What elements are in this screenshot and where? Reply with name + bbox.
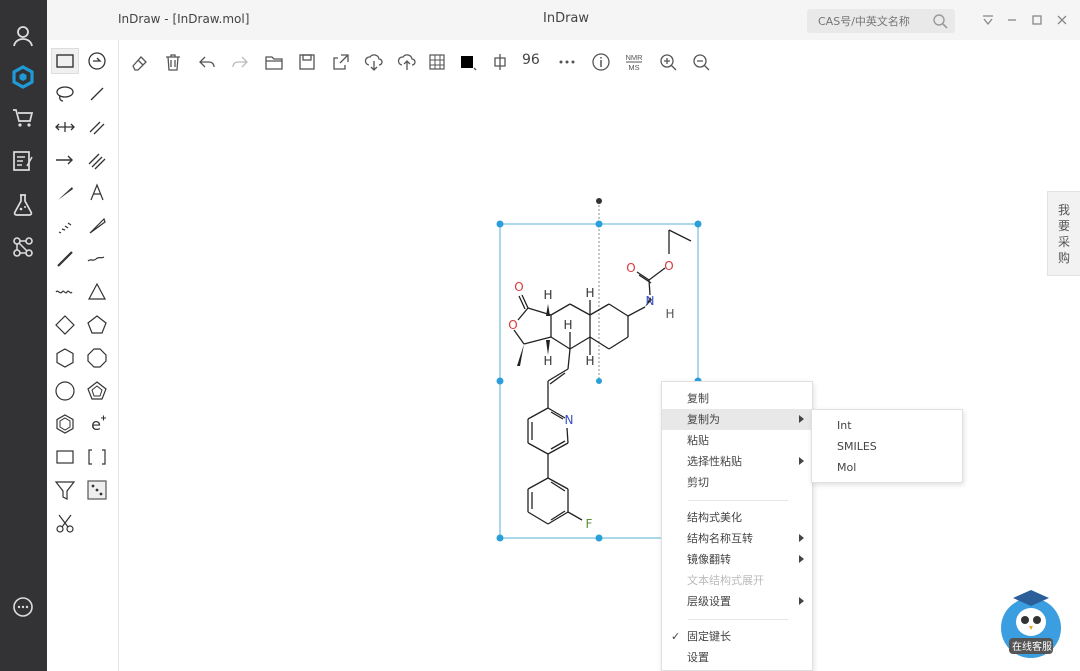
menu-item-expand-text: 文本结构式展开	[662, 570, 812, 591]
wedge-bond-h4	[546, 340, 550, 355]
menu-item-label: 文本结构式展开	[687, 574, 764, 587]
submenu-arrow-icon	[799, 534, 804, 542]
atom-o: O	[514, 280, 523, 294]
menu-item-paste-special[interactable]: 选择性粘贴	[662, 451, 812, 472]
atom-f: F	[586, 517, 593, 531]
support-label[interactable]: 在线客服	[1006, 640, 1058, 656]
submenu-arrow-icon	[799, 457, 804, 465]
wedge-bond-h1	[546, 304, 550, 316]
atom-h: H	[543, 354, 552, 368]
menu-item-name-structure[interactable]: 结构名称互转	[662, 528, 812, 549]
menu-item-label: 层级设置	[687, 595, 731, 608]
menu-item-settings[interactable]: 设置	[662, 647, 812, 668]
submenu-item-label: Int	[837, 419, 852, 432]
atom-h: H	[543, 288, 552, 302]
menu-item-label: 复制	[687, 392, 709, 405]
submenu-item-label: Mol	[837, 461, 857, 474]
menu-item-paste[interactable]: 粘贴	[662, 430, 812, 451]
menu-item-label: 选择性粘贴	[687, 455, 742, 468]
submenu-item-smiles[interactable]: SMILES	[812, 436, 962, 457]
purchase-tab-label: 我要采购	[1057, 203, 1070, 265]
menu-item-label: 结构名称互转	[687, 532, 753, 545]
atom-o: O	[508, 318, 517, 332]
submenu-item-mol[interactable]: Mol	[812, 457, 962, 478]
submenu-item-label: SMILES	[837, 440, 877, 453]
menu-item-fixed-bond-length[interactable]: ✓ 固定键长	[662, 626, 812, 647]
submenu-item-int[interactable]: Int	[812, 415, 962, 436]
molecule-structure[interactable]: O O N H O O N F H H H H H	[0, 0, 1080, 671]
menu-item-label: 复制为	[687, 413, 720, 426]
menu-item-label: 结构式美化	[687, 511, 742, 524]
menu-item-layer[interactable]: 层级设置	[662, 591, 812, 612]
atom-o: O	[664, 259, 673, 273]
menu-item-label: 剪切	[687, 476, 709, 489]
menu-separator	[688, 500, 788, 501]
submenu-arrow-icon	[799, 597, 804, 605]
menu-item-copy-as[interactable]: 复制为	[662, 409, 812, 430]
menu-separator	[688, 619, 788, 620]
menu-item-mirror[interactable]: 镜像翻转	[662, 549, 812, 570]
atom-labels: O O N H O O N F H H H H H	[508, 259, 674, 531]
center-handle[interactable]	[596, 378, 602, 384]
submenu-arrow-icon	[799, 415, 804, 423]
menu-item-label: 粘贴	[687, 434, 709, 447]
menu-item-label: 镜像翻转	[687, 553, 731, 566]
menu-item-beautify[interactable]: 结构式美化	[662, 507, 812, 528]
purchase-tab[interactable]: 我要采购	[1047, 191, 1080, 276]
atom-h: H	[563, 318, 572, 332]
atom-h: H	[585, 286, 594, 300]
menu-item-copy[interactable]: 复制	[662, 388, 812, 409]
context-menu: 复制 复制为 粘贴 选择性粘贴 剪切 结构式美化 结构名称互转 镜像翻转 文本结…	[661, 381, 813, 671]
menu-item-cut[interactable]: 剪切	[662, 472, 812, 493]
rotate-handle[interactable]	[596, 198, 602, 204]
atom-h: H	[665, 307, 674, 321]
atom-n: N	[565, 413, 574, 427]
menu-item-label: 固定键长	[687, 630, 731, 643]
atom-n: N	[646, 294, 655, 308]
copy-as-submenu: Int SMILES Mol	[811, 409, 963, 483]
wedge-bond-methyl	[517, 344, 524, 366]
indraw-window: InDraw - [InDraw.mol] InDraw CAS号/中英文名称 …	[0, 0, 1080, 671]
atom-o: O	[626, 261, 635, 275]
check-icon: ✓	[671, 630, 681, 643]
atom-h: H	[585, 354, 594, 368]
submenu-arrow-icon	[799, 555, 804, 563]
menu-item-label: 设置	[687, 651, 709, 664]
